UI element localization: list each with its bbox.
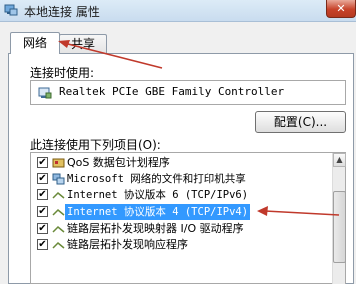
checkbox[interactable]: ✔ <box>37 223 48 234</box>
tab-sharing[interactable]: 共享 <box>59 34 107 55</box>
items-scrollbar[interactable]: ▲ <box>332 153 346 284</box>
item-label: Internet 协议版本 6 (TCP/IPv6) <box>67 189 249 201</box>
connect-using-label: 连接时使用: <box>30 66 95 80</box>
items-list: ✔ QoS 数据包计划程序 ✔ Microsoft 网络的文件和打印机共享 ✔ … <box>30 152 346 284</box>
tab-join <box>11 53 59 55</box>
items-label: 此连接使用下列项目(O): <box>30 138 161 152</box>
network-adapter-icon <box>38 87 52 99</box>
item-label: 链路层拓扑发现映射器 I/O 驱动程序 <box>67 222 244 235</box>
title-bar: 本地连接 属性 ✕ <box>0 0 356 22</box>
tab-network[interactable]: 网络 <box>10 32 60 54</box>
protocol-icon <box>52 191 65 199</box>
checkbox[interactable]: ✔ <box>37 239 48 250</box>
adapter-name: Realtek PCIe GBE Family Controller <box>59 85 285 98</box>
protocol-icon <box>52 208 65 216</box>
item-label: Internet 协议版本 4 (TCP/IPv4) <box>65 204 251 220</box>
close-button[interactable]: ✕ <box>326 0 356 18</box>
item-label: QoS 数据包计划程序 <box>67 156 170 169</box>
list-item[interactable]: ✔ QoS 数据包计划程序 <box>31 155 331 171</box>
scroll-thumb[interactable] <box>333 191 346 263</box>
list-item[interactable]: ✔ Internet 协议版本 6 (TCP/IPv6) <box>31 187 331 203</box>
protocol-icon <box>52 241 65 249</box>
adapter-field: Realtek PCIe GBE Family Controller <box>30 80 346 105</box>
item-label: 链路层拓扑发现响应程序 <box>67 238 188 251</box>
window-title: 本地连接 属性 <box>24 5 100 19</box>
list-item[interactable]: ✔ Microsoft 网络的文件和打印机共享 <box>31 171 331 187</box>
configure-button[interactable]: 配置(C)... <box>255 111 346 133</box>
checkbox[interactable]: ✔ <box>37 189 48 200</box>
list-item[interactable]: ✔ Internet 协议版本 4 (TCP/IPv4) <box>31 204 331 220</box>
network-connection-icon <box>4 4 18 16</box>
protocol-icon <box>52 225 65 233</box>
item-label: Microsoft 网络的文件和打印机共享 <box>67 173 246 185</box>
network-share-icon <box>52 173 65 185</box>
list-item[interactable]: ✔ 链路层拓扑发现映射器 I/O 驱动程序 <box>31 221 331 237</box>
qos-icon <box>52 158 65 168</box>
checkbox[interactable]: ✔ <box>37 173 48 184</box>
list-item[interactable]: ✔ 链路层拓扑发现响应程序 <box>31 237 331 253</box>
checkbox[interactable]: ✔ <box>37 206 48 217</box>
scroll-up-arrow-icon[interactable]: ▲ <box>333 153 346 167</box>
checkbox[interactable]: ✔ <box>37 157 48 168</box>
